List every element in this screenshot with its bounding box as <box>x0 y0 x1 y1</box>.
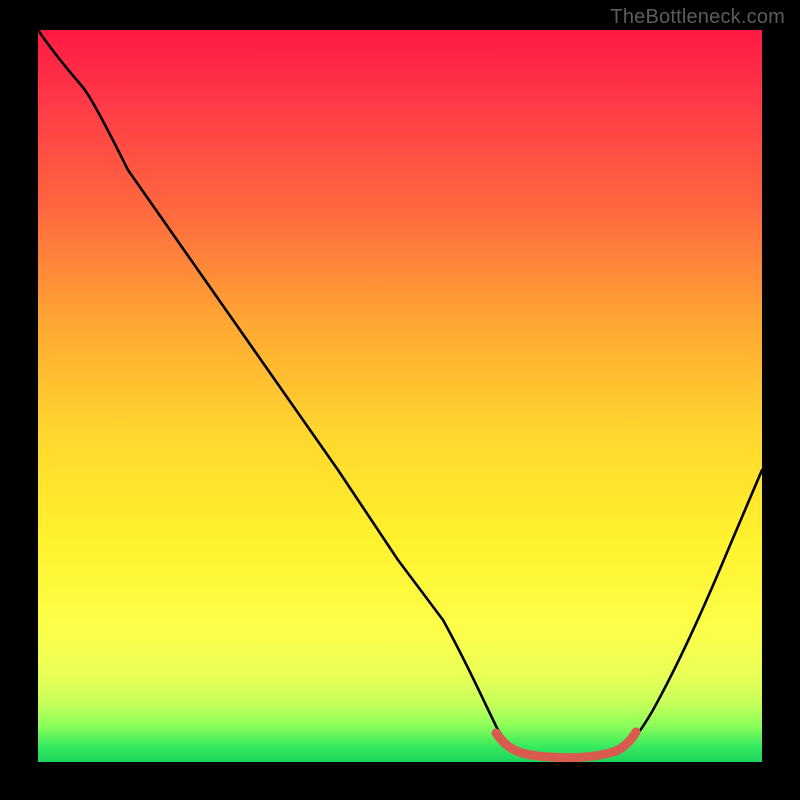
curve-layer <box>38 30 762 762</box>
watermark-text: TheBottleneck.com <box>610 6 785 29</box>
plot-area <box>38 30 762 762</box>
highlight-segment <box>496 732 636 758</box>
chart-frame: TheBottleneck.com <box>0 0 800 800</box>
main-curve <box>38 30 762 758</box>
